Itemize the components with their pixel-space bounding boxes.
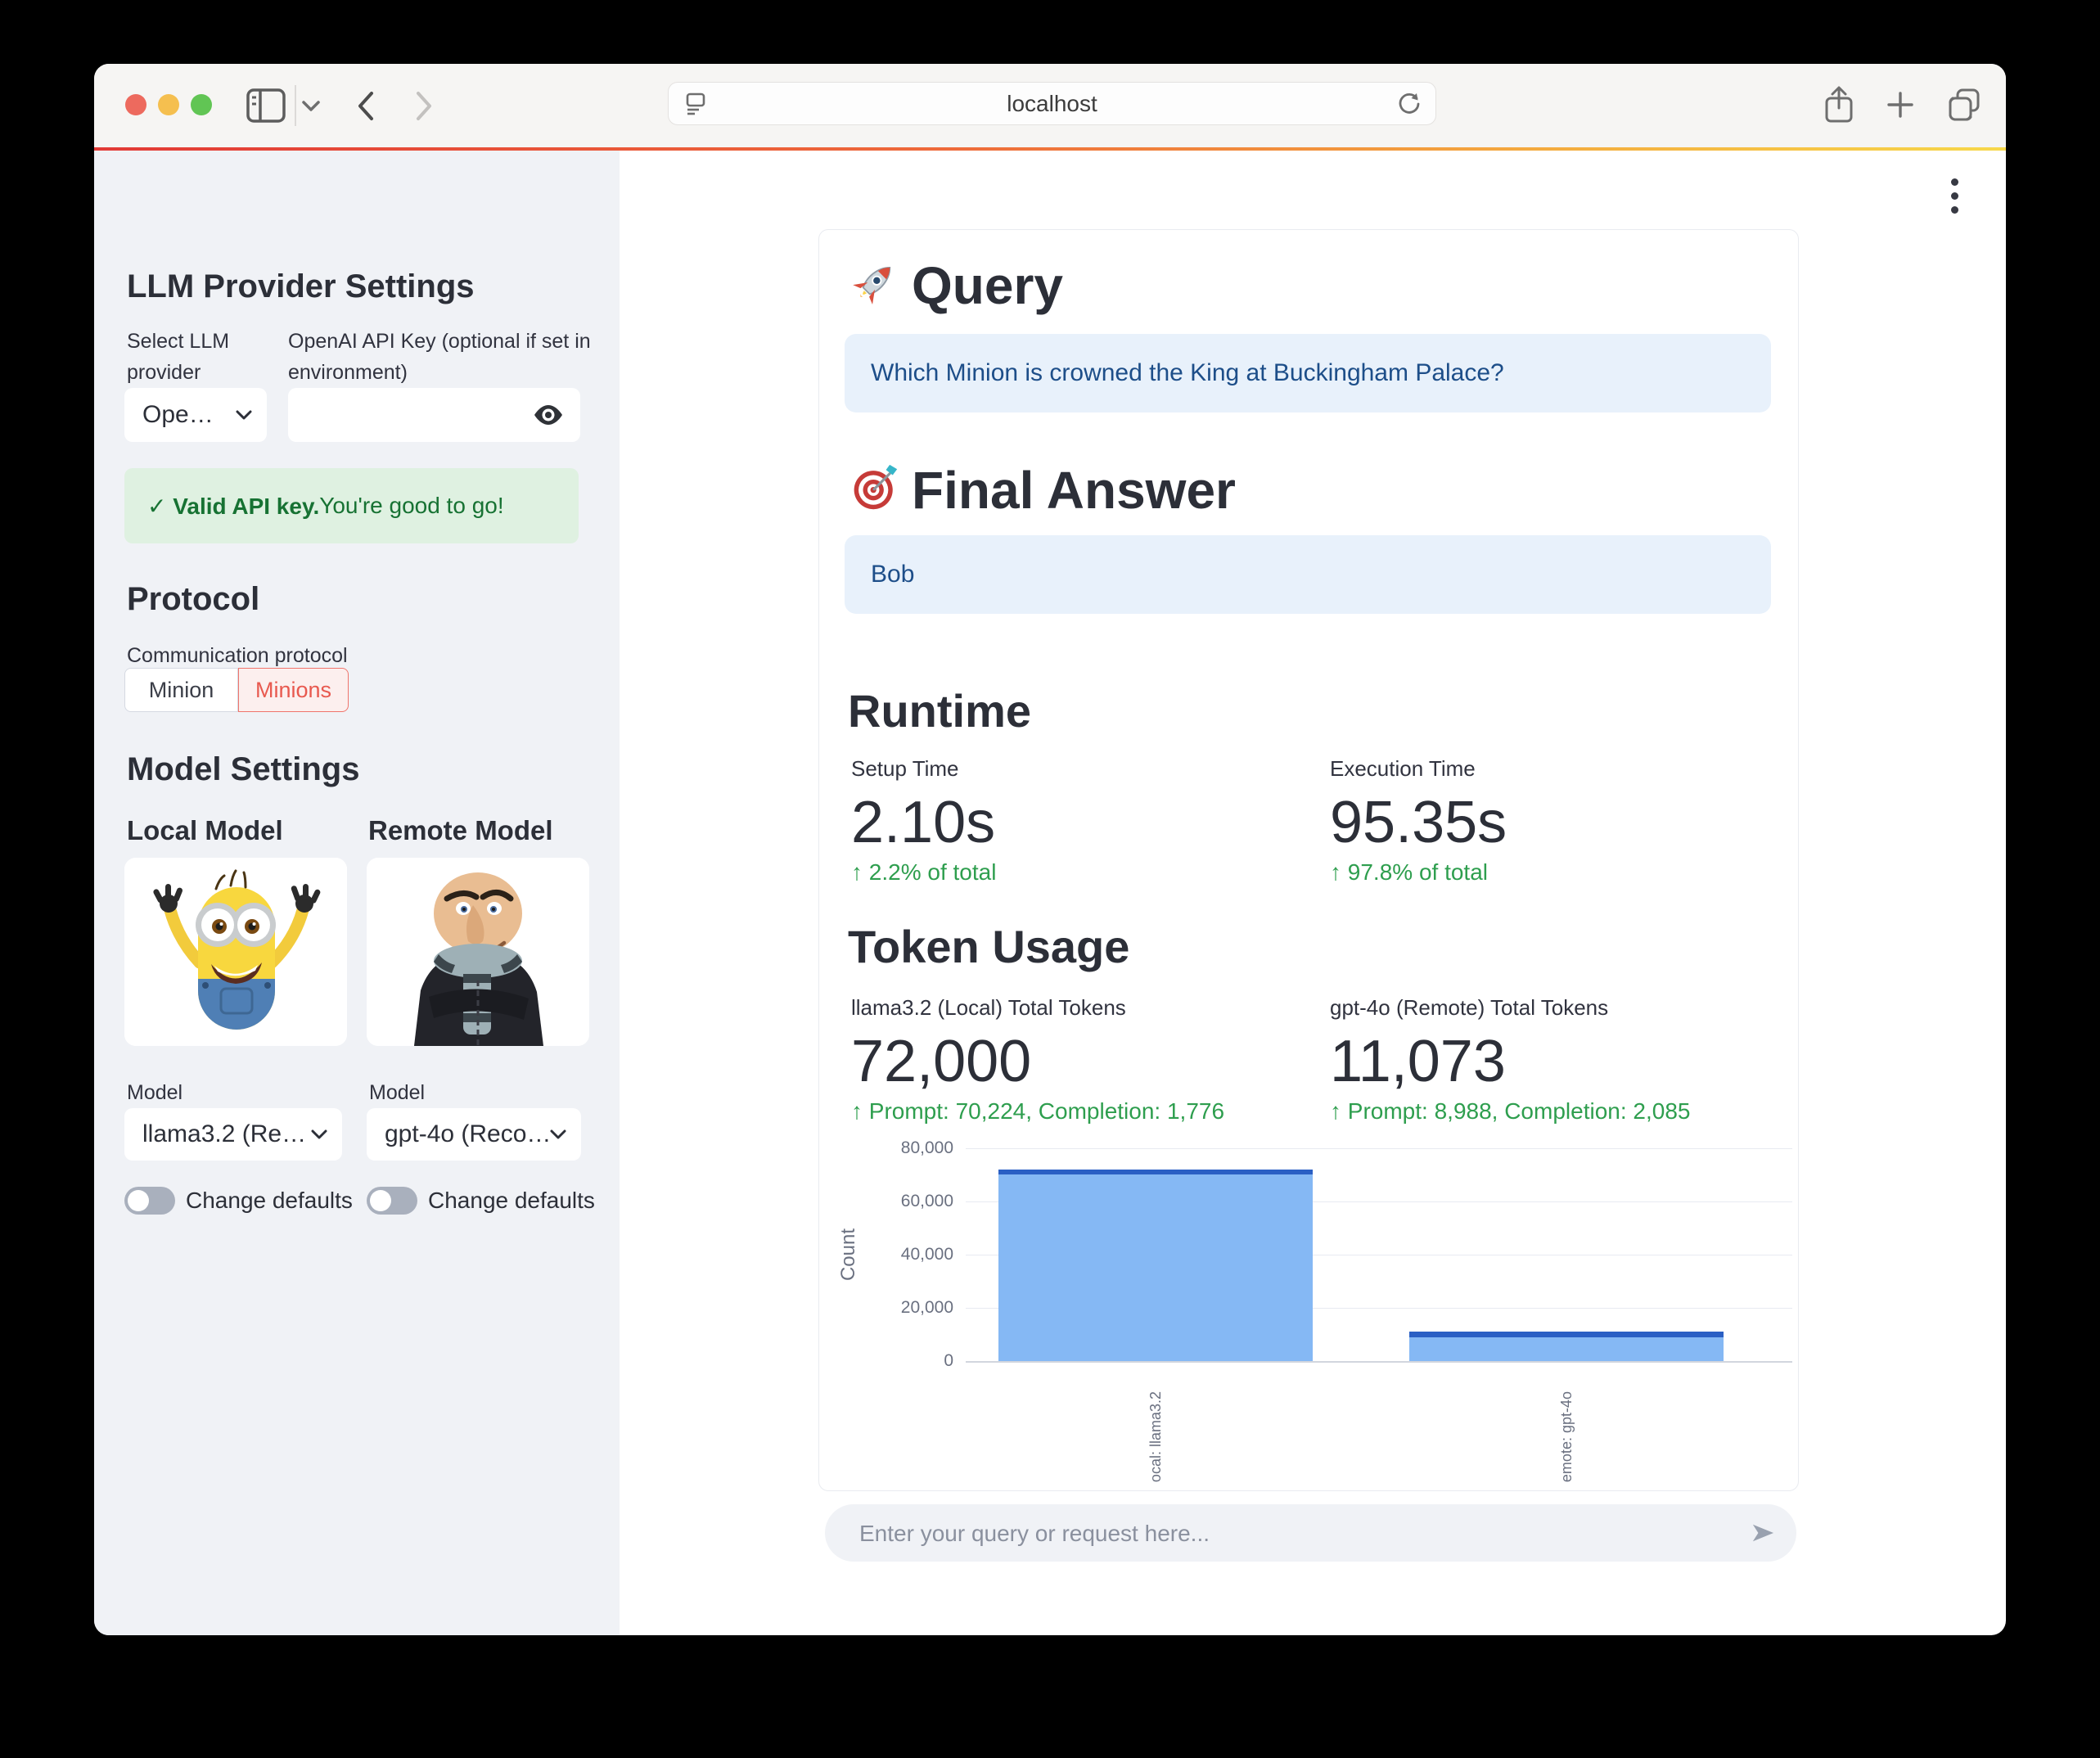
- token-usage-title: Token Usage: [848, 920, 1129, 973]
- kebab-menu-icon[interactable]: [1951, 178, 1958, 186]
- setup-time-label: Setup Time: [851, 756, 959, 782]
- kebab-menu-icon[interactable]: [1951, 206, 1958, 214]
- protocol-segmented-control: Minion Minions: [124, 668, 349, 712]
- select-llm-label: Select LLM provider: [127, 326, 291, 388]
- local-tokens-value: 72,000: [851, 1028, 1031, 1095]
- select-chevron-icon: [550, 1129, 566, 1139]
- execution-time-value: 95.35s: [1330, 789, 1507, 856]
- execution-time-delta: ↑ 97.8% of total: [1330, 859, 1488, 886]
- refresh-icon[interactable]: [1396, 91, 1422, 117]
- remote-tokens-value: 11,073: [1330, 1028, 1506, 1095]
- query-title: Query: [912, 255, 1063, 316]
- remote-model-image: [367, 858, 589, 1046]
- chevron-down-icon[interactable]: [301, 100, 321, 112]
- api-key-status-bold: ✓ Valid API key.: [147, 493, 319, 520]
- setup-time-delta: ↑ 2.2% of total: [851, 859, 996, 886]
- rocket-icon: [851, 259, 900, 308]
- execution-time-label: Execution Time: [1330, 756, 1476, 782]
- local-change-defaults-label: Change defaults: [186, 1187, 353, 1215]
- setup-time-value: 2.10s: [851, 789, 995, 856]
- remote-tokens-delta: ↑ Prompt: 8,988, Completion: 2,085: [1330, 1098, 1690, 1125]
- local-model-select-value: llama3.2 (Re…: [124, 1120, 306, 1148]
- provider-select-value: Ope…: [124, 401, 214, 429]
- provider-select[interactable]: Ope…: [124, 388, 267, 442]
- local-model-title: Local Model: [127, 815, 283, 846]
- send-icon[interactable]: [1751, 1521, 1775, 1544]
- browser-toolbar: localhost: [94, 64, 2006, 147]
- api-key-input[interactable]: [288, 388, 580, 442]
- remote-change-defaults-toggle[interactable]: [367, 1187, 417, 1215]
- api-key-status-rest: You're good to go!: [319, 493, 503, 519]
- remote-model-select-value: gpt-4o (Reco…: [367, 1120, 551, 1148]
- address-bar[interactable]: localhost: [668, 82, 1436, 125]
- new-tab-icon[interactable]: [1886, 91, 1914, 119]
- protocol-title: Protocol: [127, 581, 259, 618]
- page-settings-icon[interactable]: [683, 92, 708, 116]
- local-tokens-label: llama3.2 (Local) Total Tokens: [851, 995, 1126, 1021]
- chat-input[interactable]: [858, 1504, 1728, 1563]
- share-icon[interactable]: [1823, 85, 1854, 124]
- local-model-select[interactable]: llama3.2 (Re…: [124, 1108, 342, 1161]
- remote-change-defaults-label: Change defaults: [428, 1187, 595, 1215]
- close-traffic-light[interactable]: [125, 94, 146, 115]
- target-icon: [851, 463, 899, 511]
- local-change-defaults-toggle[interactable]: [124, 1187, 175, 1215]
- remote-model-label: Model: [369, 1077, 425, 1108]
- chat-input-container: [825, 1504, 1796, 1562]
- url-text: localhost: [1007, 91, 1097, 117]
- minimize-traffic-light[interactable]: [158, 94, 179, 115]
- local-model-image: [124, 858, 347, 1046]
- protocol-label: Communication protocol: [127, 640, 348, 671]
- back-icon[interactable]: [356, 91, 376, 121]
- remote-model-title: Remote Model: [368, 815, 553, 846]
- eye-icon[interactable]: [533, 404, 564, 426]
- local-model-label: Model: [127, 1077, 183, 1108]
- sidebar-title: LLM Provider Settings: [127, 268, 475, 305]
- query-box: Which Minion is crowned the King at Buck…: [845, 334, 1771, 412]
- remote-model-select[interactable]: gpt-4o (Reco…: [367, 1108, 581, 1161]
- select-chevron-icon: [311, 1129, 327, 1139]
- query-text: Which Minion is crowned the King at Buck…: [871, 359, 1504, 387]
- local-tokens-delta: ↑ Prompt: 70,224, Completion: 1,776: [851, 1098, 1224, 1125]
- tab-overview-icon[interactable]: [1948, 88, 1981, 122]
- protocol-option-minion[interactable]: Minion: [124, 668, 238, 712]
- model-settings-title: Model Settings: [127, 751, 359, 788]
- screenshot-canvas: localhost LLM Provider Settings Select L…: [0, 0, 2100, 1758]
- select-chevron-icon: [236, 410, 252, 420]
- kebab-menu-icon[interactable]: [1951, 192, 1958, 200]
- zoom-traffic-light[interactable]: [191, 94, 212, 115]
- protocol-option-minions[interactable]: Minions: [238, 668, 349, 712]
- api-key-label: OpenAI API Key (optional if set in envir…: [288, 326, 607, 388]
- runtime-title: Runtime: [848, 684, 1031, 737]
- final-answer-title: Final Answer: [912, 460, 1236, 521]
- remote-tokens-label: gpt-4o (Remote) Total Tokens: [1330, 995, 1608, 1021]
- final-answer-box: Bob: [845, 535, 1771, 614]
- sidebar-toggle-icon[interactable]: [246, 88, 286, 123]
- forward-icon[interactable]: [414, 91, 434, 121]
- api-key-status-banner: ✓ Valid API key. You're good to go!: [124, 468, 579, 543]
- browser-window: localhost LLM Provider Settings Select L…: [94, 64, 2006, 1635]
- final-answer-text: Bob: [871, 561, 914, 588]
- toolbar-divider: [295, 85, 296, 126]
